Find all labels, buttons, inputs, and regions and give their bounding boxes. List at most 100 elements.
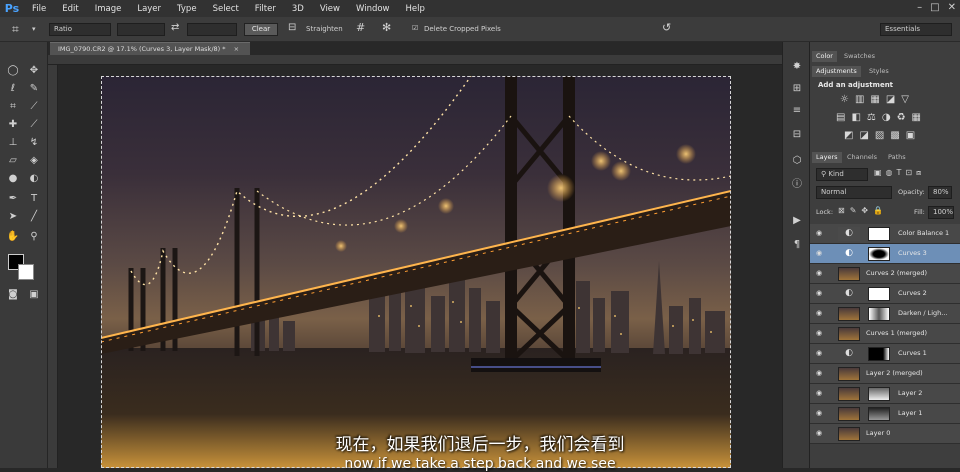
visibility-eye-icon[interactable]: ◉: [816, 410, 825, 417]
layer-name[interactable]: Curves 2: [898, 289, 927, 297]
3d-panel-icon[interactable]: ⬡: [789, 154, 805, 168]
zoom-tool-icon[interactable]: ⚲: [26, 230, 42, 244]
menu-select[interactable]: Select: [205, 4, 247, 14]
tab-color[interactable]: Color: [812, 51, 837, 62]
layer-row[interactable]: ◉ Layer 2 (merged): [810, 364, 960, 384]
quick-select-tool-icon[interactable]: ✎: [26, 82, 42, 96]
menu-image[interactable]: Image: [87, 4, 130, 14]
tab-paths[interactable]: Paths: [884, 152, 910, 163]
layer-row[interactable]: ◉ Layer 2: [810, 384, 960, 404]
gear-icon[interactable]: ✻: [382, 21, 391, 34]
crop-width-input[interactable]: [117, 23, 165, 36]
straighten-icon[interactable]: ⊟: [288, 22, 296, 33]
clear-button[interactable]: Clear: [244, 23, 278, 36]
layer-row[interactable]: ◉ Layer 1: [810, 404, 960, 424]
layer-row[interactable]: ◉ ◐ Color Balance 1: [810, 224, 960, 244]
layer-thumbnail[interactable]: [838, 367, 860, 381]
menu-type[interactable]: Type: [169, 4, 205, 14]
adjustment-icons-row-1[interactable]: ☼▥▦◪▽: [840, 94, 915, 105]
visibility-eye-icon[interactable]: ◉: [816, 390, 825, 397]
adjustment-icons-row-2[interactable]: ▤◧⚖◑♻▦: [836, 112, 927, 123]
layer-name[interactable]: Darken / Ligh...: [898, 309, 948, 317]
maximize-icon[interactable]: □: [930, 2, 939, 13]
type-tool-icon[interactable]: T: [26, 192, 42, 206]
layer-mask-thumbnail[interactable]: [868, 227, 890, 241]
dodge-tool-icon[interactable]: ◐: [26, 172, 42, 186]
menu-file[interactable]: File: [24, 4, 54, 14]
history-panel-icon[interactable]: ✸: [789, 60, 805, 74]
close-icon[interactable]: ✕: [948, 2, 956, 13]
layer-name[interactable]: Curves 1: [898, 349, 927, 357]
eraser-tool-icon[interactable]: ▱: [5, 154, 21, 168]
crop-boundary[interactable]: [101, 76, 731, 468]
layer-mask-thumbnail[interactable]: [868, 247, 890, 261]
layer-mask-thumbnail[interactable]: [868, 347, 890, 361]
clone-stamp-icon[interactable]: ⊥: [5, 136, 21, 150]
screen-mode-icon[interactable]: ▣: [26, 288, 42, 302]
swap-icon[interactable]: ⇄: [171, 22, 179, 33]
blend-mode-select[interactable]: Normal: [816, 186, 892, 199]
menu-layer[interactable]: Layer: [129, 4, 169, 14]
menu-3d[interactable]: 3D: [284, 4, 312, 14]
history-brush-icon[interactable]: ↯: [26, 136, 42, 150]
layer-name[interactable]: Curves 1 (merged): [866, 329, 927, 337]
ratio-select[interactable]: Ratio: [49, 23, 111, 36]
tab-swatches[interactable]: Swatches: [840, 51, 879, 62]
opacity-input[interactable]: 80%: [928, 186, 952, 199]
tool-preset-chevron-icon[interactable]: ▾: [32, 25, 36, 33]
layer-thumbnail[interactable]: [838, 407, 860, 421]
layer-row[interactable]: ◉ Darken / Ligh...: [810, 304, 960, 324]
fill-input[interactable]: 100%: [928, 206, 954, 219]
pen-tool-icon[interactable]: ✒: [5, 192, 21, 206]
document-tab[interactable]: IMG_0790.CR2 @ 17.1% (Curves 3, Layer Ma…: [50, 42, 250, 55]
layer-row[interactable]: ◉ Curves 1 (merged): [810, 324, 960, 344]
layer-name[interactable]: Layer 1: [898, 409, 922, 417]
layer-name[interactable]: Color Balance 1: [898, 229, 949, 237]
layer-mask-thumbnail[interactable]: [868, 387, 890, 401]
layer-mask-thumbnail[interactable]: [868, 307, 890, 321]
crop-tool-icon[interactable]: ⌗: [5, 100, 21, 114]
layer-mask-thumbnail[interactable]: [868, 287, 890, 301]
layer-thumbnail[interactable]: [838, 307, 860, 321]
workspace-select[interactable]: Essentials: [880, 23, 952, 36]
visibility-eye-icon[interactable]: ◉: [816, 290, 825, 297]
menu-window[interactable]: Window: [348, 4, 398, 14]
reset-icon[interactable]: ↺: [662, 21, 671, 34]
menu-edit[interactable]: Edit: [54, 4, 86, 14]
visibility-eye-icon[interactable]: ◉: [816, 330, 825, 337]
path-select-icon[interactable]: ➤: [5, 210, 21, 224]
layer-row[interactable]: ◉ Curves 2 (merged): [810, 264, 960, 284]
menu-view[interactable]: View: [312, 4, 348, 14]
line-tool-icon[interactable]: ╱: [26, 210, 42, 224]
healing-tool-icon[interactable]: ✚: [5, 118, 21, 132]
layer-name[interactable]: Curves 3: [898, 249, 927, 257]
layer-thumbnail[interactable]: [838, 387, 860, 401]
lasso-tool-icon[interactable]: ℓ: [5, 82, 21, 96]
layer-row-selected[interactable]: ◉ ◐ Curves 3: [810, 244, 960, 264]
lock-icons[interactable]: ⊠✎✥🔒: [838, 206, 888, 215]
adjustment-icons-row-3[interactable]: ◩◪▨▩▣: [844, 130, 921, 141]
layer-thumbnail[interactable]: [838, 267, 860, 281]
visibility-eye-icon[interactable]: ◉: [816, 310, 825, 317]
properties-panel-icon[interactable]: ⊞: [789, 82, 805, 96]
tab-channels[interactable]: Channels: [843, 152, 881, 163]
brush-tool-icon[interactable]: ⟋: [26, 118, 42, 132]
close-tab-icon[interactable]: ×: [234, 45, 239, 53]
marquee-tool-icon[interactable]: ◯: [5, 64, 21, 78]
menu-help[interactable]: Help: [398, 4, 433, 14]
layer-filter-kind-select[interactable]: ⚲ Kind: [816, 168, 868, 181]
quick-mask-icon[interactable]: ◙: [5, 288, 21, 302]
minimize-icon[interactable]: –: [917, 2, 922, 13]
paint-bucket-icon[interactable]: ◈: [26, 154, 42, 168]
layer-mask-thumbnail[interactable]: [868, 407, 890, 421]
grid-overlay-icon[interactable]: #: [356, 21, 365, 34]
delete-cropped-checkbox[interactable]: ☑: [412, 24, 418, 32]
brush-panel-icon[interactable]: ≡: [789, 104, 805, 118]
info-panel-icon[interactable]: ⓘ: [789, 178, 805, 192]
crop-tool-icon[interactable]: ⌗: [12, 22, 19, 37]
visibility-eye-icon[interactable]: ◉: [816, 370, 825, 377]
straighten-label[interactable]: Straighten: [306, 25, 343, 33]
move-tool-icon[interactable]: ✥: [26, 64, 42, 78]
layer-name[interactable]: Layer 2: [898, 389, 922, 397]
layer-filter-icons[interactable]: ▣◍T⊡⧈: [874, 168, 925, 178]
